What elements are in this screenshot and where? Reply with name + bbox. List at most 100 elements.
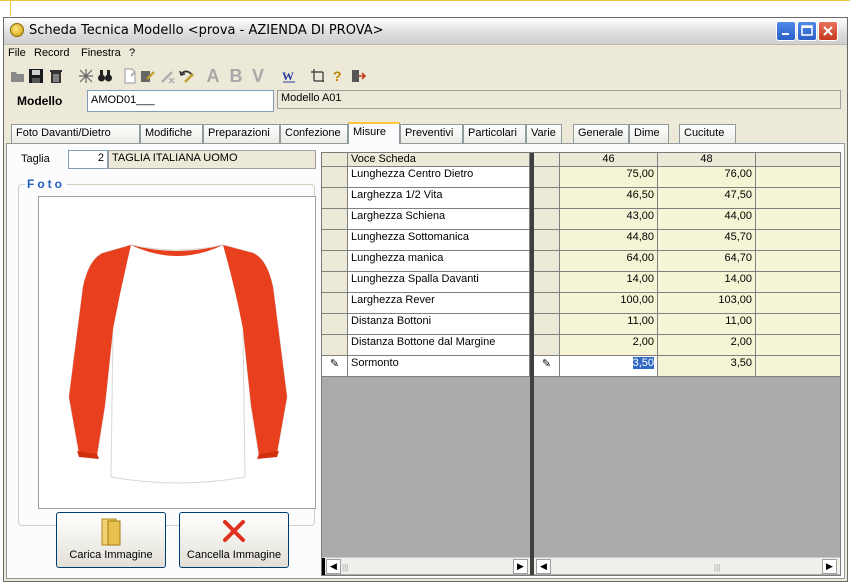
measure-cell[interactable]: 44,80 <box>560 230 658 251</box>
row-indicator[interactable] <box>322 335 348 356</box>
title-bar[interactable]: Scheda Tecnica Modello <prova - AZIENDA … <box>4 18 847 45</box>
scroll-left-icon[interactable]: ◀ <box>326 559 341 574</box>
voce-cell[interactable]: Lunghezza Spalla Davanti <box>348 272 530 293</box>
menu-record[interactable]: Record <box>34 47 69 59</box>
measure-cell-empty[interactable] <box>756 209 840 230</box>
binoculars-icon[interactable] <box>97 68 113 84</box>
row-indicator[interactable] <box>322 251 348 272</box>
row-indicator[interactable]: ✎ <box>322 356 348 377</box>
measure-cell-empty[interactable] <box>756 230 840 251</box>
row-indicator[interactable] <box>322 209 348 230</box>
tab-foto-davanti-dietro[interactable]: Foto Davanti/Dietro <box>11 124 140 143</box>
save-icon[interactable] <box>28 68 44 84</box>
b-button[interactable]: B <box>228 66 244 86</box>
help-icon[interactable]: ? <box>330 68 346 84</box>
tab-dime[interactable]: Dime <box>629 124 669 143</box>
measure-cell[interactable]: 2,00 <box>560 335 658 356</box>
tab-particolari[interactable]: Particolari <box>463 124 526 143</box>
row-indicator[interactable] <box>534 335 560 356</box>
measure-cell-empty[interactable] <box>756 314 840 335</box>
row-indicator[interactable] <box>534 272 560 293</box>
row-indicator[interactable] <box>322 272 348 293</box>
tab-varie[interactable]: Varie <box>526 124 562 143</box>
measure-cell-empty[interactable] <box>756 335 840 356</box>
measure-cell-empty[interactable] <box>756 293 840 314</box>
close-button[interactable] <box>818 21 838 41</box>
measure-cell[interactable]: 103,00 <box>658 293 756 314</box>
menu-help[interactable]: ? <box>129 47 135 59</box>
measure-cell[interactable]: 45,70 <box>658 230 756 251</box>
measure-cell[interactable]: 64,70 <box>658 251 756 272</box>
measure-cell[interactable]: 11,00 <box>560 314 658 335</box>
measure-cell[interactable]: 3,50 <box>560 356 658 377</box>
row-indicator[interactable] <box>534 314 560 335</box>
measure-cell[interactable]: 44,00 <box>658 209 756 230</box>
exit-icon[interactable] <box>350 68 366 84</box>
measure-cell-empty[interactable] <box>756 188 840 209</box>
measure-cell-empty[interactable] <box>756 272 840 293</box>
measure-cell-empty[interactable] <box>756 356 840 377</box>
menu-file[interactable]: File <box>8 47 26 59</box>
tab-misure[interactable]: Misure <box>348 122 400 144</box>
tab-cucitute[interactable]: Cucitute <box>679 124 736 143</box>
scroll-thumb[interactable]: ||| <box>342 563 348 572</box>
measure-cell[interactable]: 76,00 <box>658 167 756 188</box>
scroll-right-icon[interactable]: ▶ <box>513 559 528 574</box>
measure-cell-empty[interactable] <box>756 167 840 188</box>
taglia-number-input[interactable]: 2 <box>68 150 108 169</box>
scroll-left-icon[interactable]: ◀ <box>536 559 551 574</box>
voce-cell[interactable]: Lunghezza manica <box>348 251 530 272</box>
scroll-thumb[interactable]: ||| <box>714 563 720 572</box>
voce-cell[interactable]: Larghezza 1/2 Vita <box>348 188 530 209</box>
row-indicator[interactable] <box>534 167 560 188</box>
voce-cell[interactable]: Distanza Bottone dal Margine <box>348 335 530 356</box>
row-indicator[interactable] <box>322 188 348 209</box>
delete-icon[interactable] <box>48 68 64 84</box>
grid-icon[interactable] <box>310 68 326 84</box>
tab-generale[interactable]: Generale <box>573 124 629 143</box>
column-header-voce[interactable]: Voce Scheda <box>348 153 530 167</box>
scroll-right-icon[interactable]: ▶ <box>822 559 837 574</box>
voce-cell[interactable]: Sormonto <box>348 356 530 377</box>
maximize-button[interactable] <box>797 21 817 41</box>
delete-image-button[interactable]: Cancella Immagine <box>179 512 289 568</box>
undo-icon[interactable] <box>179 68 195 84</box>
row-indicator[interactable]: ✎ <box>534 356 560 377</box>
right-horizontal-scrollbar[interactable]: ◀ ||| ▶ <box>534 557 840 574</box>
measure-cell[interactable]: 100,00 <box>560 293 658 314</box>
voce-cell[interactable]: Lunghezza Sottomanica <box>348 230 530 251</box>
tab-preparazioni[interactable]: Preparazioni <box>203 124 280 143</box>
load-image-button[interactable]: Carica Immagine <box>56 512 166 568</box>
row-indicator[interactable] <box>534 230 560 251</box>
measure-cell[interactable]: 3,50 <box>658 356 756 377</box>
voce-cell[interactable]: Lunghezza Centro Dietro <box>348 167 530 188</box>
w-icon[interactable]: W <box>281 68 297 84</box>
left-horizontal-scrollbar[interactable]: ◀ ||| ▶ <box>322 557 530 575</box>
measure-cell[interactable]: 43,00 <box>560 209 658 230</box>
measure-cell[interactable]: 46,50 <box>560 188 658 209</box>
menu-finestra[interactable]: Finestra <box>81 47 121 59</box>
row-indicator[interactable] <box>322 314 348 335</box>
grid-splitter[interactable] <box>530 153 534 575</box>
voce-cell[interactable]: Larghezza Rever <box>348 293 530 314</box>
v-button[interactable]: V <box>250 66 266 86</box>
edit-icon[interactable] <box>140 68 156 84</box>
measure-cell[interactable]: 47,50 <box>658 188 756 209</box>
voce-cell[interactable]: Larghezza Schiena <box>348 209 530 230</box>
modello-code-input[interactable]: AMOD01___ <box>87 90 274 112</box>
measure-cell[interactable]: 75,00 <box>560 167 658 188</box>
measure-cell[interactable]: 2,00 <box>658 335 756 356</box>
tab-confezione[interactable]: Confezione <box>280 124 348 143</box>
row-indicator[interactable] <box>322 230 348 251</box>
row-indicator[interactable] <box>534 293 560 314</box>
minimize-button[interactable] <box>776 21 796 41</box>
row-indicator[interactable] <box>534 209 560 230</box>
row-indicator[interactable] <box>534 188 560 209</box>
open-icon[interactable] <box>10 68 26 84</box>
row-indicator[interactable] <box>322 293 348 314</box>
cut-icon[interactable] <box>78 68 94 84</box>
column-header-size[interactable]: 48 <box>658 153 756 167</box>
new-icon[interactable] <box>122 68 138 84</box>
measure-cell[interactable]: 64,00 <box>560 251 658 272</box>
cancel-edit-icon[interactable] <box>160 68 176 84</box>
